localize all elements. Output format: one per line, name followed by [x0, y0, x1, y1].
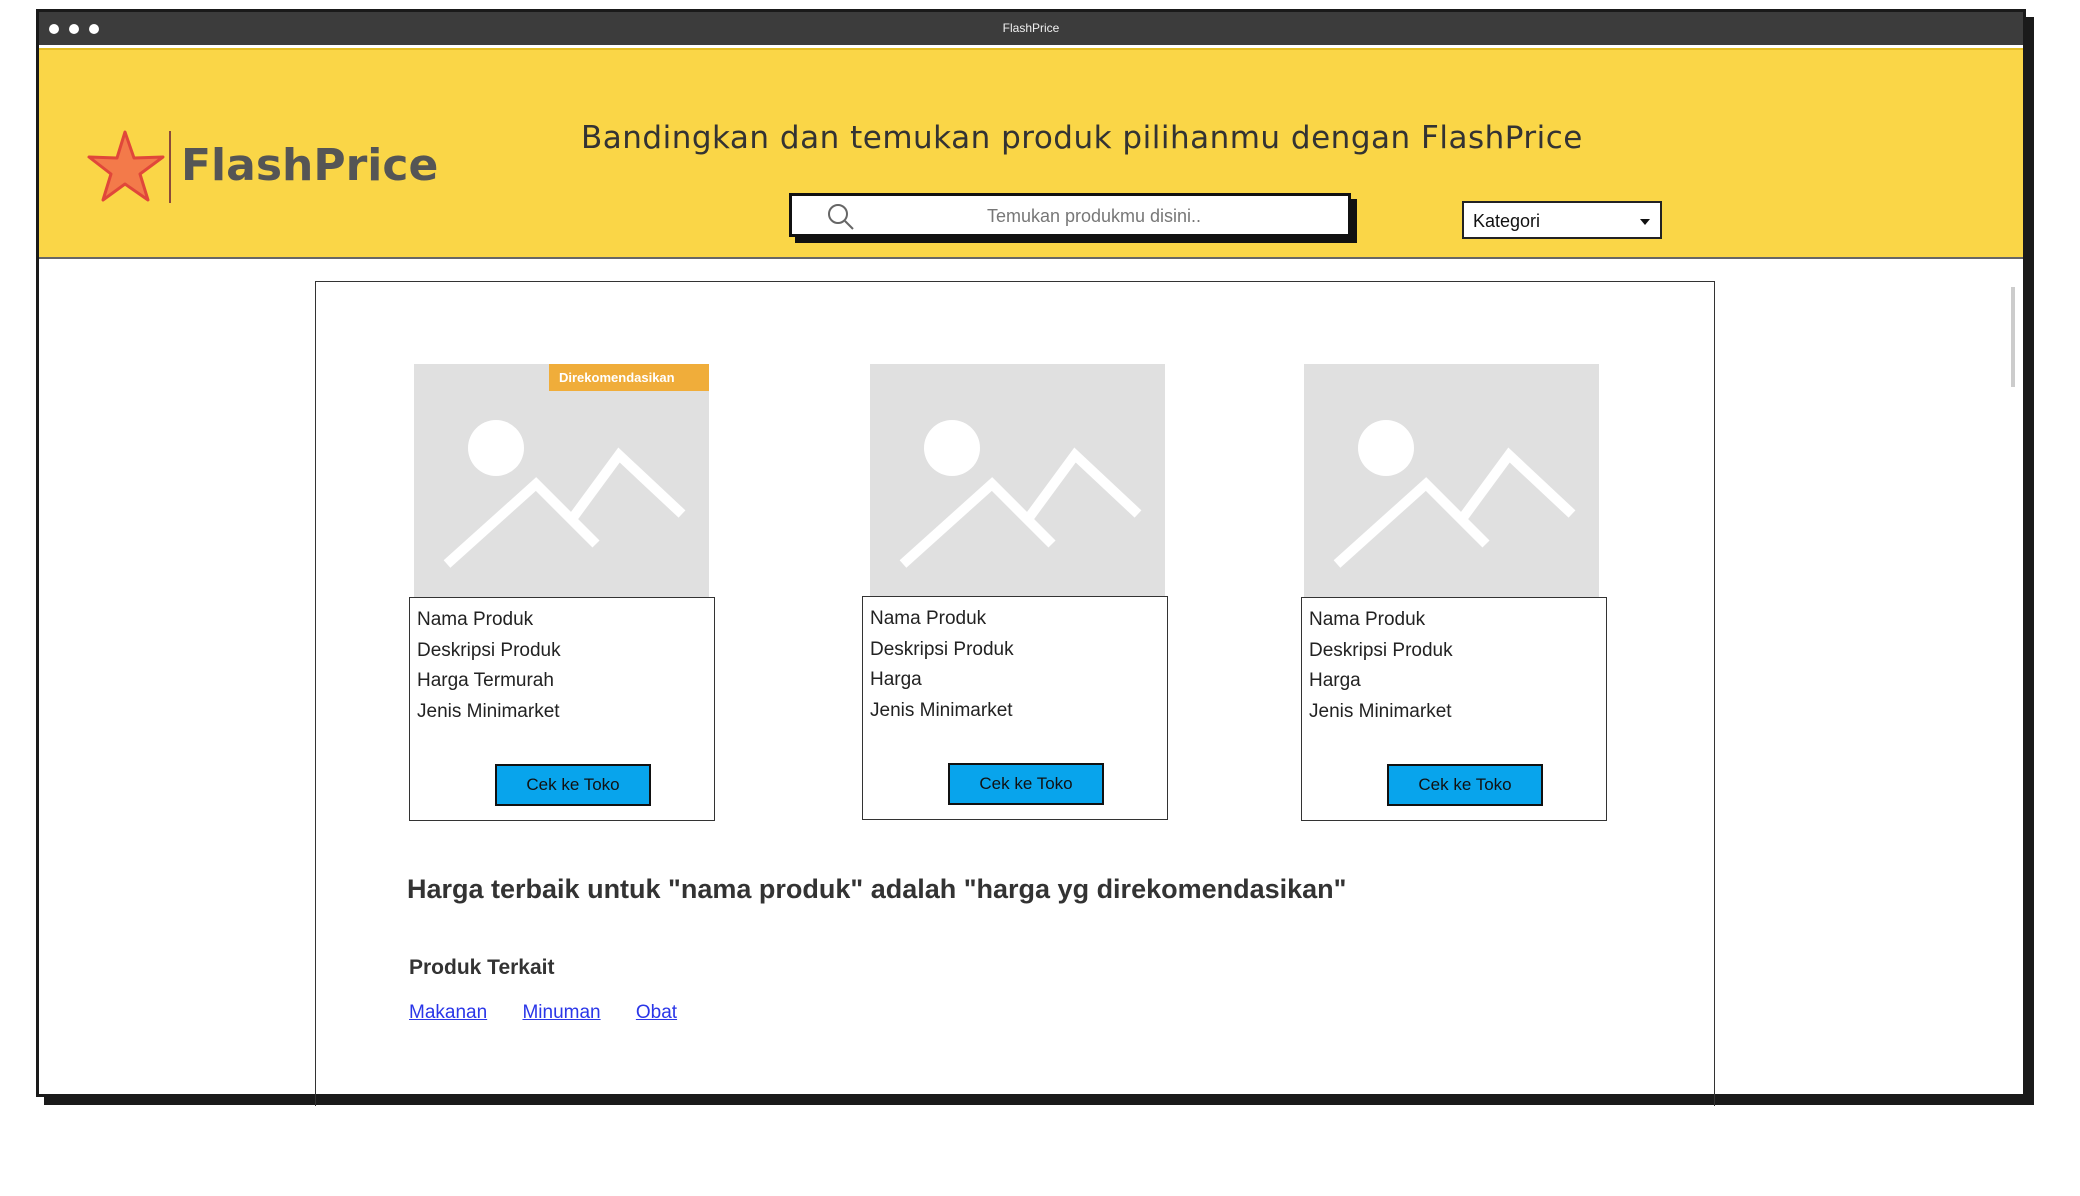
category-label: Kategori — [1473, 211, 1541, 231]
related-link-obat[interactable]: Obat — [636, 1002, 677, 1023]
search-input[interactable] — [902, 201, 1286, 231]
logo[interactable]: FlashPrice — [87, 126, 438, 216]
product-description: Deskripsi Produk — [870, 639, 1014, 660]
site-header: FlashPrice Bandingkan dan temukan produk… — [39, 48, 2023, 259]
related-products-title: Produk Terkait — [409, 956, 555, 979]
logo-text: FlashPrice — [181, 140, 439, 191]
related-link-makanan[interactable]: Makanan — [409, 1002, 487, 1023]
browser-window: FlashPrice FlashPrice Bandingkan dan tem… — [36, 9, 2026, 1106]
logo-divider — [169, 131, 171, 203]
best-price-text: Harga terbaik untuk "nama produk" adalah… — [407, 874, 1347, 904]
product-name: Nama Produk — [1309, 609, 1426, 630]
image-placeholder-icon — [1333, 420, 1576, 568]
product-price: Harga — [1309, 670, 1361, 691]
main-content: Direkomendasikan Nama Produk Deskripsi P… — [315, 281, 1715, 1106]
image-placeholder-icon — [443, 420, 686, 568]
product-price: Harga Termurah — [417, 670, 554, 691]
product-card: Nama Produk Deskripsi Produk Harga Jenis… — [862, 596, 1168, 820]
product-image — [1304, 364, 1599, 598]
product-description: Deskripsi Produk — [1309, 640, 1453, 661]
product-card: Nama Produk Deskripsi Produk Harga Termu… — [409, 597, 715, 821]
image-placeholder-icon — [899, 420, 1142, 568]
product-price: Harga — [870, 669, 922, 690]
related-link-minuman[interactable]: Minuman — [522, 1002, 600, 1023]
product-store-type: Jenis Minimarket — [1309, 701, 1452, 722]
product-image — [870, 364, 1165, 598]
tagline: Bandingkan dan temukan produk pilihanmu … — [581, 120, 1583, 156]
chevron-down-icon — [1640, 219, 1650, 225]
related-links: Makanan Minuman Obat — [409, 1002, 707, 1024]
window-title: FlashPrice — [1002, 21, 1060, 35]
scrollbar[interactable] — [2011, 287, 2015, 387]
recommended-badge: Direkomendasikan — [549, 364, 709, 391]
search-bar[interactable] — [789, 193, 1351, 237]
product-store-type: Jenis Minimarket — [417, 701, 560, 722]
title-bar: FlashPrice — [39, 12, 2023, 45]
check-store-button[interactable]: Cek ke Toko — [948, 763, 1104, 805]
check-store-button[interactable]: Cek ke Toko — [1387, 764, 1543, 806]
product-name: Nama Produk — [870, 608, 987, 629]
product-image: Direkomendasikan — [414, 364, 709, 598]
product-card: Nama Produk Deskripsi Produk Harga Jenis… — [1301, 597, 1607, 821]
check-store-button[interactable]: Cek ke Toko — [495, 764, 651, 806]
product-description: Deskripsi Produk — [417, 640, 561, 661]
product-store-type: Jenis Minimarket — [870, 700, 1013, 721]
star-logo-icon — [87, 130, 165, 202]
category-select[interactable]: Kategori — [1462, 201, 1662, 239]
search-icon[interactable] — [826, 202, 856, 232]
product-name: Nama Produk — [417, 609, 534, 630]
